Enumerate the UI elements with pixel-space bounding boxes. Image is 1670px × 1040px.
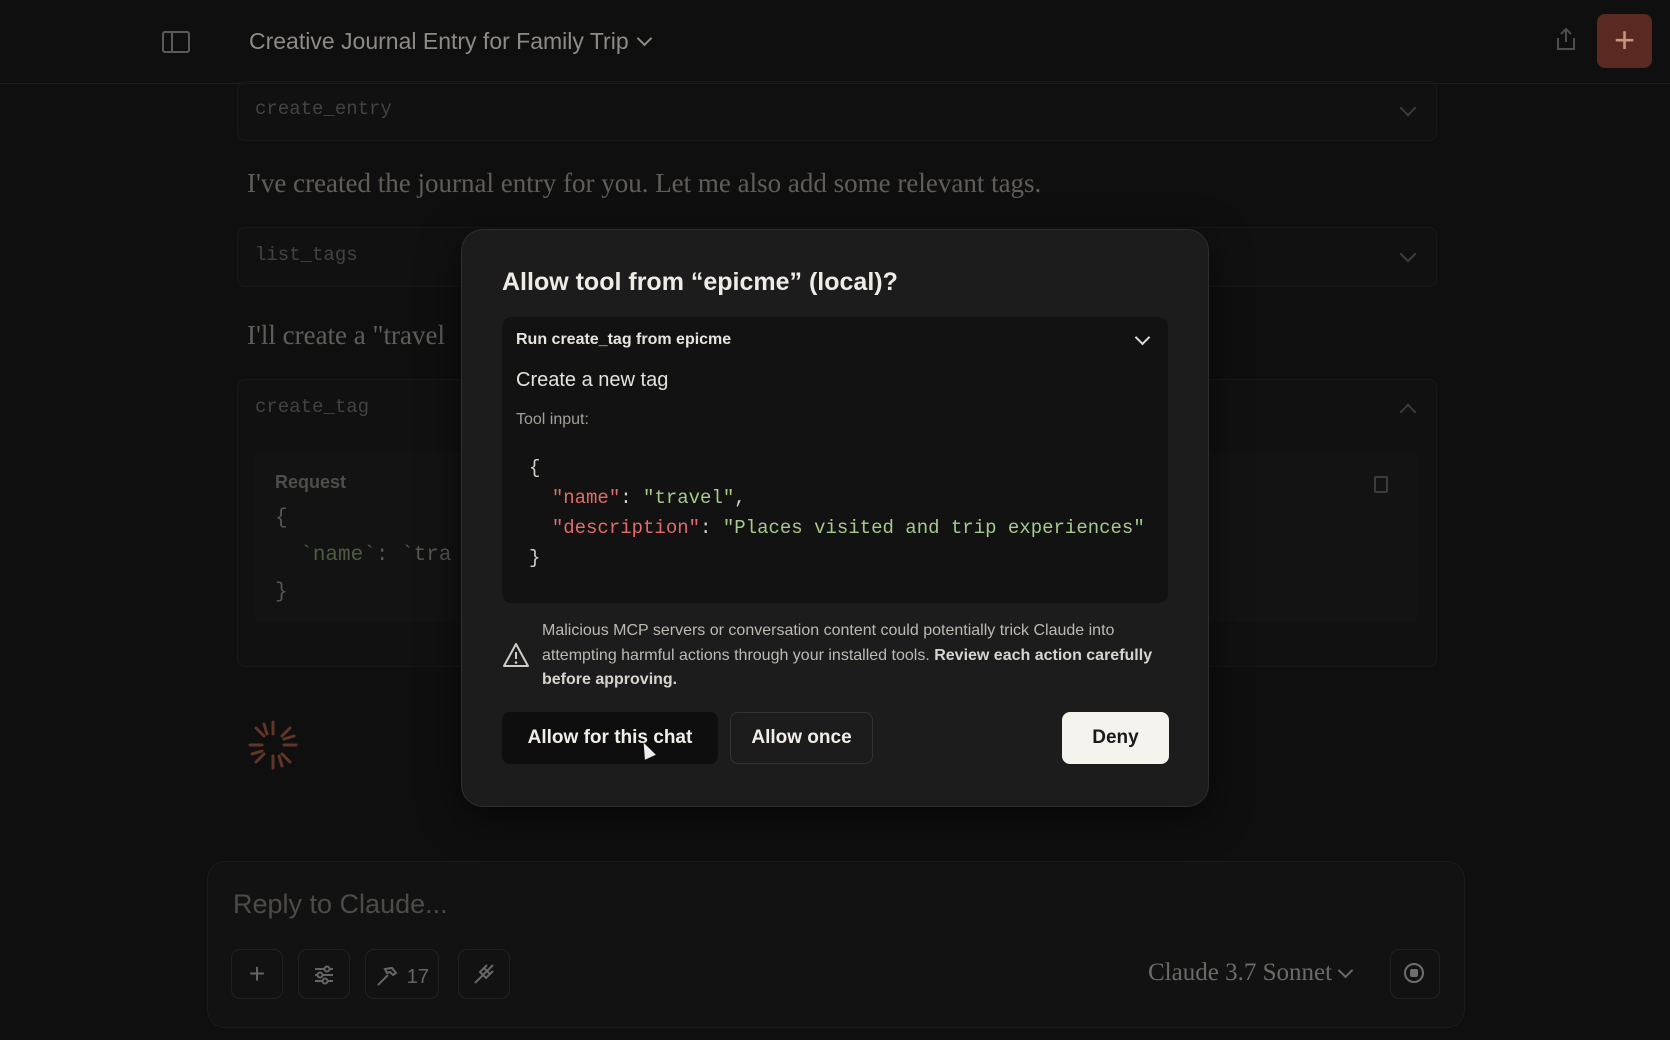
sidebar-toggle-icon[interactable] [162, 31, 190, 53]
plus-icon: + [1613, 19, 1636, 60]
chevron-up-icon [1399, 403, 1417, 421]
chevron-down-icon[interactable] [1134, 329, 1151, 346]
tool-name: create_entry [255, 98, 392, 120]
chevron-down-icon [636, 30, 652, 47]
allow-for-chat-button[interactable]: Allow for this chat [502, 712, 718, 764]
chat-title-dropdown[interactable]: Creative Journal Entry for Family Trip [249, 28, 652, 55]
tools-button[interactable]: 17 [365, 949, 439, 999]
assistant-message: I'll create a "travel [247, 320, 446, 350]
integrations-button[interactable] [458, 949, 510, 999]
top-bar: Creative Journal Entry for Family Trip + [0, 0, 1670, 84]
tools-count: 17 [406, 966, 430, 988]
settings-button[interactable] [298, 949, 350, 999]
new-chat-button[interactable]: + [1597, 14, 1652, 68]
tool-call-create-entry[interactable]: create_entry [237, 81, 1437, 141]
model-name: Claude 3.7 Sonnet [1148, 959, 1333, 986]
chevron-down-icon [1399, 245, 1417, 263]
chevron-down-icon [1399, 99, 1417, 117]
request-label: Request [275, 472, 347, 492]
clipboard-icon[interactable] [1374, 476, 1388, 493]
attach-button[interactable]: + [231, 949, 283, 999]
hammer-icon [377, 966, 398, 986]
tool-permission-dialog: Allow tool from “epicme” (local)? Run cr… [461, 229, 1209, 807]
share-icon[interactable] [1554, 26, 1578, 52]
deny-button[interactable]: Deny [1062, 712, 1169, 764]
warning-text: Malicious MCP servers or conversation co… [542, 622, 1153, 688]
tool-input-label: Tool input: [516, 411, 589, 428]
dialog-title: Allow tool from “epicme” (local)? [502, 268, 898, 296]
run-tool-label[interactable]: Run create_tag from epicme [516, 331, 731, 349]
plug-icon [474, 964, 494, 984]
tool-description: Create a new tag [516, 369, 669, 391]
spinner-icon [248, 720, 298, 770]
sliders-icon [315, 965, 333, 985]
chat-title: Creative Journal Entry for Family Trip [249, 28, 629, 54]
warning-icon [503, 643, 529, 667]
tool-input-code: { "name": "travel", "description": "Plac… [529, 457, 1145, 569]
stop-button[interactable] [1390, 949, 1440, 999]
reply-input[interactable]: Reply to Claude... [233, 889, 448, 920]
chevron-down-icon [1337, 962, 1354, 978]
assistant-message: I've created the journal entry for you. … [247, 168, 1042, 198]
model-selector[interactable]: Claude 3.7 Sonnet [1148, 959, 1354, 987]
request-code: { `name`: `tra } [275, 507, 452, 604]
allow-once-button[interactable]: Allow once [730, 712, 873, 764]
tool-name: create_tag [255, 396, 370, 418]
tool-name: list_tags [255, 244, 358, 266]
plus-icon: + [248, 958, 266, 989]
tool-details-panel: Run create_tag from epicme Create a new … [502, 317, 1168, 603]
composer: Reply to Claude... + 17 Claude 3.7 Sonne… [207, 861, 1465, 1028]
